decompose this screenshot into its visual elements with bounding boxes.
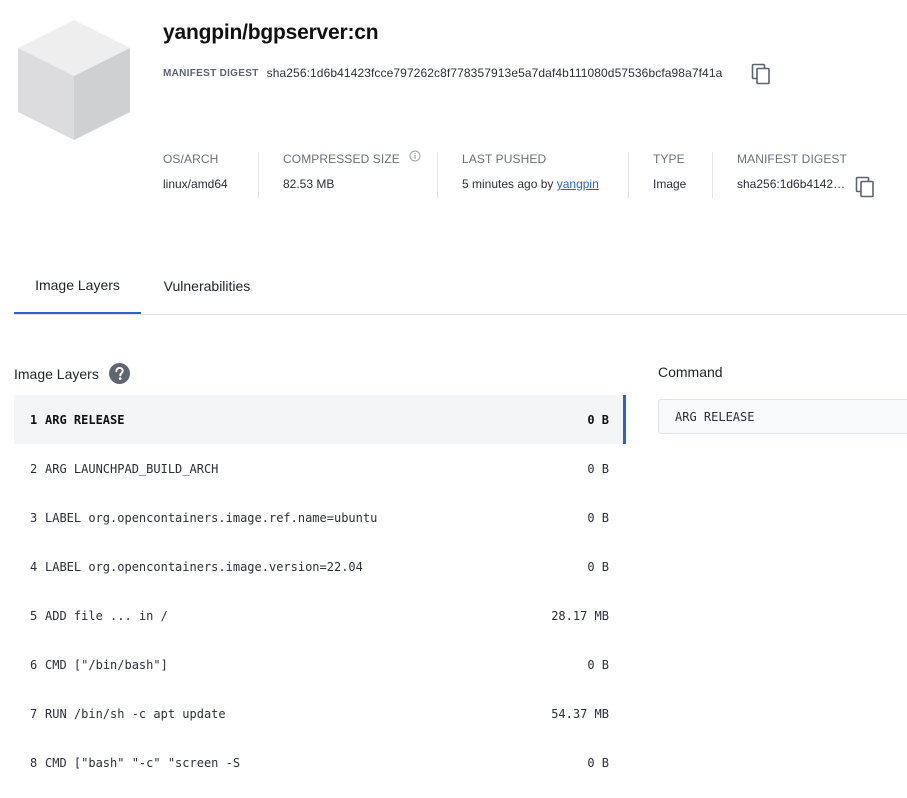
layer-number: 5 — [30, 608, 38, 623]
command-heading: Command — [658, 364, 723, 380]
manifest-digest-row: MANIFEST DIGEST sha256:1d6b41423fcce7972… — [163, 63, 770, 85]
meta-last-pushed: LAST PUSHED 5 minutes ago by yangpin — [462, 152, 599, 198]
manifest-digest-label: MANIFEST DIGEST — [163, 67, 259, 79]
tab-bar: Image Layers Vulnerabilities — [14, 258, 907, 315]
image-cube-icon — [18, 20, 130, 140]
layer-command: LABEL org.opencontainers.image.version=2… — [45, 559, 363, 574]
page-title: yangpin/bgpserver:cn — [163, 21, 379, 44]
layer-command: CMD ["/bin/bash"] — [45, 657, 168, 672]
layer-row[interactable]: 5 ADD file ... in / 28.17 MB — [14, 591, 626, 640]
meta-value: Image — [653, 177, 687, 191]
help-icon[interactable] — [108, 363, 130, 384]
meta-value: sha256:1d6b4142… — [737, 177, 846, 191]
meta-label-text: COMPRESSED SIZE — [283, 152, 400, 166]
layers-heading: Image Layers — [14, 365, 99, 382]
layer-size: 0 B — [587, 461, 609, 476]
meta-manifest-digest: MANIFEST DIGEST sha256:1d6b4142… — [737, 152, 847, 198]
meta-value: 5 minutes ago by yangpin — [462, 177, 599, 191]
layer-command: ARG LAUNCHPAD_BUILD_ARCH — [45, 461, 219, 476]
meta-value: linux/amd64 — [163, 177, 228, 191]
tab-image-layers[interactable]: Image Layers — [14, 258, 141, 314]
layer-command: ARG RELEASE — [45, 412, 125, 427]
meta-divider — [712, 152, 713, 198]
layer-number: 7 — [30, 706, 38, 721]
layer-command: LABEL org.opencontainers.image.ref.name=… — [45, 510, 378, 525]
layer-size: 28.17 MB — [551, 608, 609, 623]
meta-label: COMPRESSED SIZE — [283, 150, 421, 166]
layer-list: 1 ARG RELEASE 0 B 2 ARG LAUNCHPAD_BUILD_… — [14, 395, 626, 787]
meta-label: OS/ARCH — [163, 152, 219, 166]
info-icon[interactable] — [409, 150, 421, 162]
layer-size: 0 B — [587, 755, 609, 770]
layer-number: 1 — [30, 412, 38, 427]
layer-size: 0 B — [587, 412, 609, 427]
layer-row[interactable]: 8 CMD ["bash" "-c" "screen -S 0 B — [14, 738, 626, 787]
layer-row[interactable]: 2 ARG LAUNCHPAD_BUILD_ARCH 0 B — [14, 444, 626, 493]
meta-divider — [437, 152, 438, 198]
layers-header: Image Layers — [14, 363, 130, 384]
layer-size: 0 B — [587, 657, 609, 672]
layer-row[interactable]: 1 ARG RELEASE 0 B — [14, 395, 626, 444]
layer-command: CMD ["bash" "-c" "screen -S — [45, 755, 241, 770]
layer-number: 6 — [30, 657, 38, 672]
meta-os-arch: OS/ARCH linux/amd64 — [163, 152, 228, 198]
layer-number: 4 — [30, 559, 38, 574]
layer-command: RUN /bin/sh -c apt update — [45, 706, 226, 721]
copy-icon[interactable] — [751, 63, 771, 85]
layer-row[interactable]: 4 LABEL org.opencontainers.image.version… — [14, 542, 626, 591]
meta-compressed-size: COMPRESSED SIZE 82.53 MB — [283, 150, 421, 198]
pusher-link[interactable]: yangpin — [557, 177, 599, 191]
meta-divider — [258, 152, 259, 198]
layer-number: 8 — [30, 755, 38, 770]
tab-vulnerabilities[interactable]: Vulnerabilities — [154, 258, 260, 314]
command-box[interactable]: ARG RELEASE — [658, 399, 907, 434]
layer-row[interactable]: 6 CMD ["/bin/bash"] 0 B — [14, 640, 626, 689]
meta-divider — [628, 152, 629, 198]
last-pushed-text: 5 minutes ago by — [462, 177, 554, 191]
meta-type: TYPE Image — [653, 152, 686, 198]
layer-size: 0 B — [587, 559, 609, 574]
meta-label: TYPE — [653, 152, 685, 166]
layer-number: 3 — [30, 510, 38, 525]
layer-number: 2 — [30, 461, 38, 476]
copy-icon[interactable] — [855, 176, 875, 198]
layer-row[interactable]: 7 RUN /bin/sh -c apt update 54.37 MB — [14, 689, 626, 738]
meta-label: MANIFEST DIGEST — [737, 152, 847, 166]
layer-row[interactable]: 3 LABEL org.opencontainers.image.ref.nam… — [14, 493, 626, 542]
layer-size: 54.37 MB — [551, 706, 609, 721]
layer-size: 0 B — [587, 510, 609, 525]
manifest-digest-value: sha256:1d6b41423fcce797262c8f778357913e5… — [266, 66, 723, 80]
layer-command: ADD file ... in / — [45, 608, 168, 623]
meta-label: LAST PUSHED — [462, 152, 547, 166]
meta-value: 82.53 MB — [283, 177, 335, 191]
